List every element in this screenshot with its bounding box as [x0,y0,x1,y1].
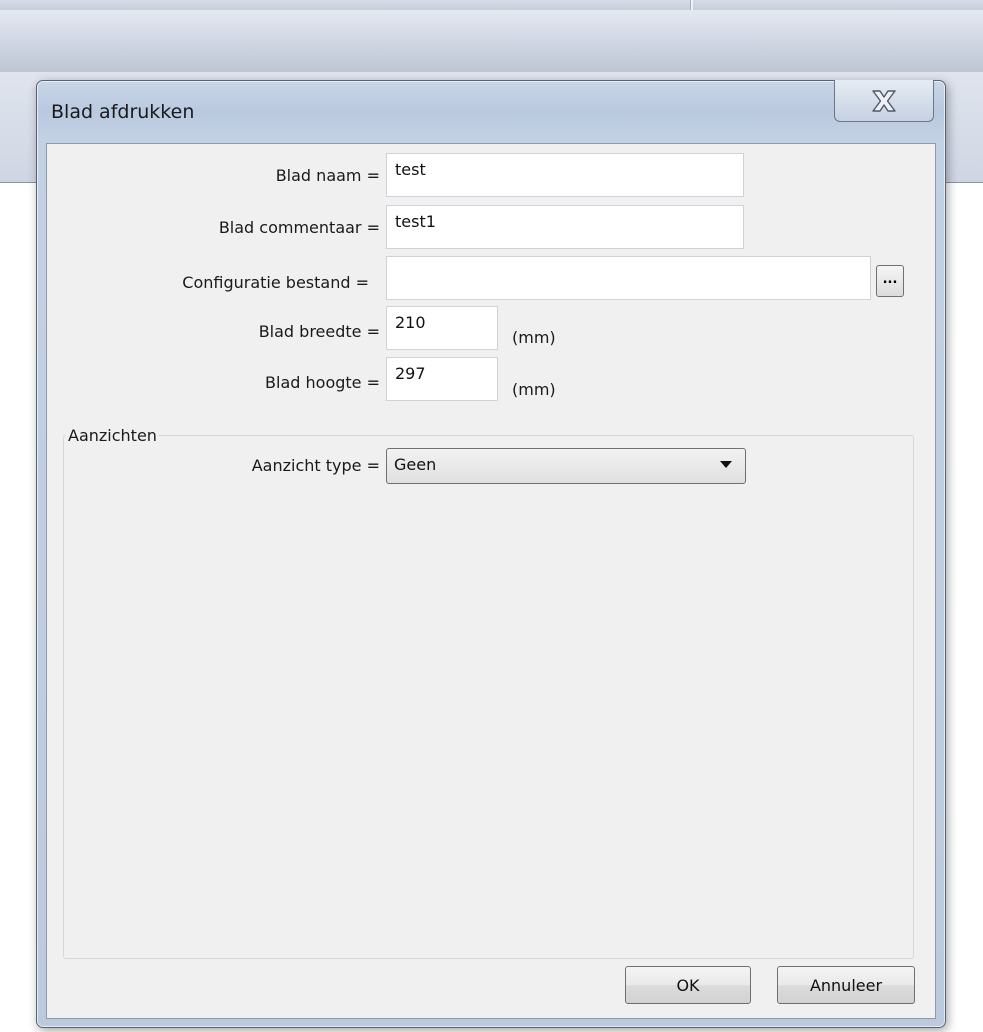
sheet-name-input[interactable]: test [386,153,744,197]
print-sheet-dialog: Blad afdrukken Blad naam = test Blad com… [36,80,946,1028]
background-toolbar-band [0,10,983,73]
views-group-title: Aanzichten [66,426,159,445]
close-icon [872,89,896,112]
chevron-down-icon [720,461,732,468]
sheet-height-input[interactable]: 297 [386,357,498,401]
views-groupbox [63,435,914,959]
view-type-selected: Geen [394,455,437,474]
sheet-width-unit: (mm) [512,328,556,347]
cancel-button[interactable]: Annuleer [777,966,915,1004]
ok-button[interactable]: OK [625,966,751,1004]
config-file-label: Configuratie bestand = [182,273,369,292]
sheet-width-label: Blad breedte = [258,322,380,341]
close-button[interactable] [834,80,934,122]
dialog-client-area: Blad naam = test Blad commentaar = test1… [46,143,936,1019]
dialog-title: Blad afdrukken [51,101,195,123]
sheet-comment-label: Blad commentaar = [218,218,380,237]
sheet-height-label: Blad hoogte = [265,373,380,392]
browse-button[interactable]: ... [876,265,904,297]
view-type-label: Aanzicht type = [251,456,380,475]
view-type-dropdown[interactable]: Geen [386,448,746,484]
sheet-name-label: Blad naam = [275,166,380,185]
config-file-input[interactable] [386,256,871,300]
background-divider [690,0,693,10]
sheet-width-input[interactable]: 210 [386,306,498,350]
sheet-comment-input[interactable]: test1 [386,205,744,249]
sheet-height-unit: (mm) [512,380,556,399]
